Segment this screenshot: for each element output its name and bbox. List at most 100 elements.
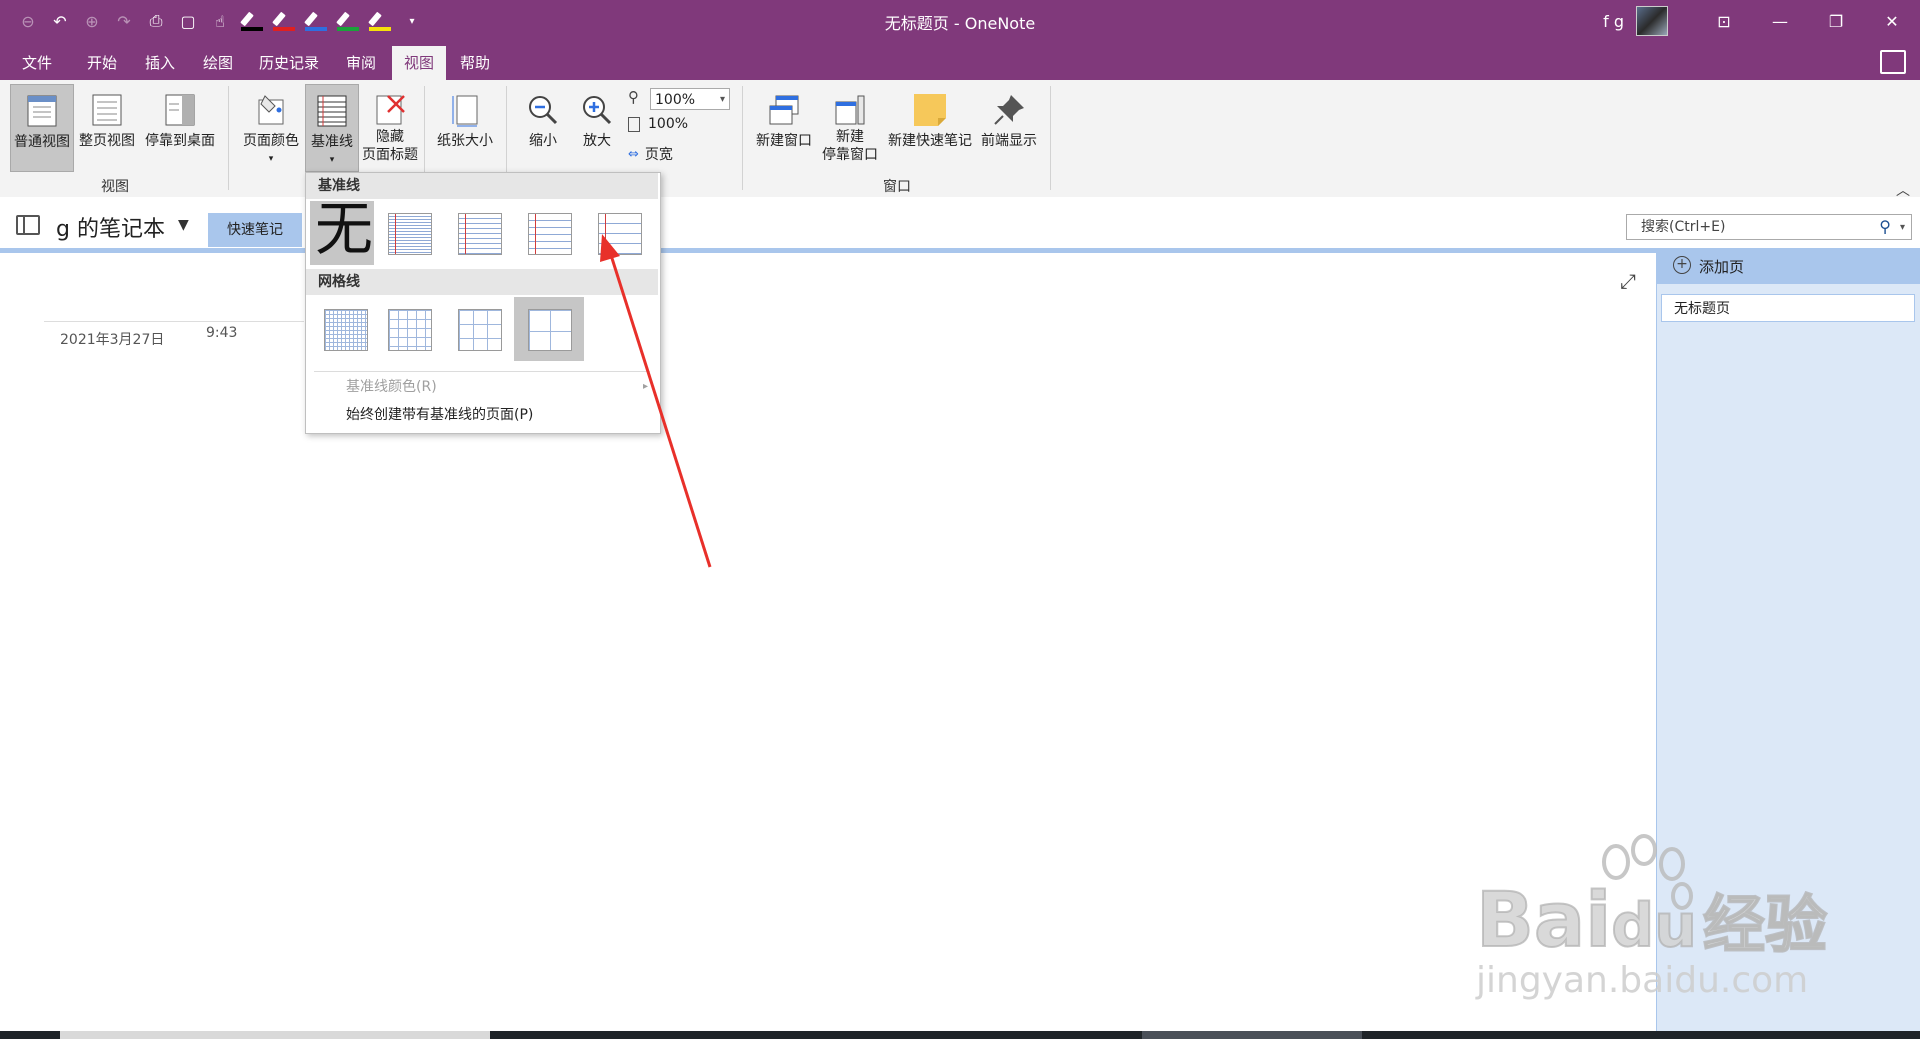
page-canvas[interactable]: 2021年3月27日 9:43 ⤢	[0, 253, 1656, 1031]
title-right-area: f g ⊡ — ❐ ✕	[1603, 0, 1920, 42]
user-name[interactable]: f g	[1603, 12, 1624, 31]
section-tab-quick-notes[interactable]: 快速笔记	[208, 213, 302, 247]
page-color-caret-icon: ▾	[268, 154, 274, 164]
pen-black-icon[interactable]	[238, 7, 266, 35]
back-icon[interactable]: ⊖	[14, 7, 42, 35]
grid-lines-header: 网格线	[306, 269, 658, 295]
notebook-icon[interactable]	[16, 215, 40, 235]
minimize-icon[interactable]: —	[1752, 0, 1808, 42]
undo-icon[interactable]: ↶	[46, 7, 74, 35]
page-list-item[interactable]: 无标题页	[1661, 294, 1915, 322]
rule-wide-option[interactable]	[584, 201, 648, 265]
grid-small-option[interactable]	[310, 297, 374, 361]
new-window-button[interactable]: 新建窗口	[752, 84, 816, 170]
rule-none-option[interactable]: 无	[310, 197, 374, 265]
avatar[interactable]	[1636, 6, 1668, 36]
always-on-top-button[interactable]: 前端显示	[976, 84, 1042, 170]
normal-view-button[interactable]: 普通视图	[10, 84, 74, 172]
tab-draw[interactable]: 绘图	[190, 46, 246, 80]
pin-icon	[994, 95, 1024, 125]
notebook-name[interactable]: g 的笔记本	[56, 211, 165, 243]
zoom-out-label: 缩小	[529, 133, 557, 149]
page-width-button[interactable]: ⇔ 页宽	[628, 144, 673, 164]
tab-view[interactable]: 视图	[392, 46, 446, 80]
page-color-button[interactable]: 页面颜色 ▾	[240, 84, 302, 170]
rule-college-option[interactable]	[444, 201, 508, 265]
print-icon[interactable]: ⎙	[142, 7, 170, 35]
grid-large-option[interactable]	[444, 297, 508, 361]
search-placeholder: 搜索(Ctrl+E)	[1641, 219, 1726, 235]
tab-review[interactable]: 审阅	[334, 46, 388, 80]
tab-history[interactable]: 历史记录	[250, 46, 328, 80]
view-group-label: 视图	[101, 179, 129, 195]
rule-narrow-option[interactable]	[374, 201, 438, 265]
tab-file[interactable]: 文件	[10, 46, 64, 80]
taskbar-app-button[interactable]	[1142, 1031, 1362, 1039]
zoom-in-button[interactable]: 放大	[570, 84, 624, 170]
zoom-out-button[interactable]: 缩小	[516, 84, 570, 170]
taskbar	[0, 1031, 1920, 1039]
dock-to-desktop-button[interactable]: 停靠到桌面	[140, 84, 220, 170]
full-page-expand-icon[interactable]: ⤢	[1620, 269, 1636, 293]
zoom-value: 100%	[655, 92, 696, 108]
title-underline	[44, 321, 304, 322]
search-scope-dropdown-icon[interactable]: ▾	[1900, 216, 1905, 240]
close-icon[interactable]: ✕	[1864, 0, 1920, 42]
grid-very-large-option[interactable]	[514, 297, 584, 361]
tab-insert[interactable]: 插入	[132, 46, 188, 80]
page-color-label: 页面颜色	[243, 133, 299, 149]
new-docked-window-icon	[835, 95, 865, 125]
search-icon[interactable]: ⚲	[1879, 215, 1891, 239]
always-create-rule-lines-item[interactable]: 始终创建带有基准线的页面(P)	[306, 401, 658, 429]
rule-standard-option[interactable]	[514, 201, 578, 265]
page-time: 9:43	[206, 325, 238, 341]
full-page-view-button[interactable]: 整页视图	[76, 84, 138, 170]
grid-medium-option[interactable]	[374, 297, 438, 361]
new-quick-note-label: 新建快速笔记	[888, 133, 972, 149]
zoom-combo[interactable]: 100% ▾	[650, 88, 730, 110]
notebook-dropdown-icon[interactable]: ▼	[178, 217, 189, 233]
ribbon-display-options-icon[interactable]: ⊡	[1696, 0, 1752, 42]
touch-mode-icon[interactable]: ☝	[206, 7, 234, 35]
zoom-100-button[interactable]: 100%	[628, 116, 688, 132]
new-docked-window-button[interactable]: 新建 停靠窗口	[818, 84, 882, 170]
zoom-search-icon: ⚲	[628, 88, 639, 106]
rule-lines-button[interactable]: 基准线 ▾	[305, 84, 359, 172]
restore-icon[interactable]: ❐	[1808, 0, 1864, 42]
hide-page-title-label-2: 页面标题	[362, 147, 418, 163]
highlighter-yellow-icon[interactable]	[366, 7, 394, 35]
hide-page-title-button[interactable]: 隐藏 页面标题	[358, 84, 422, 170]
add-page-icon: +	[1673, 256, 1691, 274]
full-page-view-icon	[92, 94, 122, 126]
customize-qat-icon[interactable]: ▾	[398, 7, 426, 35]
pen-blue-icon[interactable]	[302, 7, 330, 35]
zoom-dropdown-icon[interactable]: ▾	[720, 89, 725, 111]
search-input[interactable]: 搜索(Ctrl+E) ⚲ ▾	[1626, 214, 1912, 240]
redo-icon[interactable]: ↷	[110, 7, 138, 35]
taskbar-search-box[interactable]	[60, 1031, 490, 1039]
narrow-rule-icon	[388, 213, 432, 255]
rule-lines-icon	[317, 95, 347, 127]
add-page-button[interactable]: + 添加页	[1657, 248, 1920, 284]
paper-size-label: 纸张大小	[437, 133, 493, 149]
hide-page-title-icon	[376, 95, 405, 125]
rule-line-color-label: 基准线颜色(R)	[346, 379, 437, 395]
rule-none-glyph: 无	[314, 195, 373, 263]
new-docked-window-label-1: 新建	[836, 129, 864, 145]
pen-red-icon[interactable]	[270, 7, 298, 35]
new-quick-note-button[interactable]: 新建快速笔记	[884, 84, 976, 170]
print-preview-icon[interactable]: ▢	[174, 7, 202, 35]
paper-size-button[interactable]: 纸张大小	[430, 84, 500, 170]
always-on-top-label: 前端显示	[981, 133, 1037, 149]
forward-icon[interactable]: ⊕	[78, 7, 106, 35]
ribbon-separator	[742, 86, 743, 190]
very-large-grid-icon	[528, 309, 572, 351]
large-grid-icon	[458, 309, 502, 351]
paper-size-icon	[452, 95, 478, 127]
tab-home[interactable]: 开始	[74, 46, 130, 80]
new-docked-window-label-2: 停靠窗口	[822, 147, 878, 163]
page-icon	[628, 116, 640, 132]
pen-green-icon[interactable]	[334, 7, 362, 35]
tab-help[interactable]: 帮助	[448, 46, 502, 80]
feedback-icon[interactable]	[1880, 50, 1906, 74]
